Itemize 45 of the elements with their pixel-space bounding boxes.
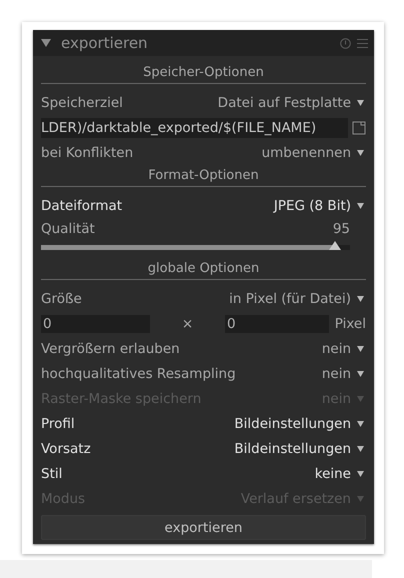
dropdown-value[interactable]: JPEG (8 Bit) <box>274 198 351 214</box>
option-label: Größe <box>41 290 82 306</box>
width-field[interactable]: 0 <box>41 314 150 332</box>
folder-icon[interactable] <box>352 120 366 134</box>
dropdown-value[interactable]: nein <box>322 340 351 356</box>
option-label: Vergrößern erlauben <box>41 340 180 356</box>
export-button[interactable]: exportieren <box>41 515 366 540</box>
option-label: Stil <box>41 466 62 482</box>
dropdown-arrow-icon[interactable] <box>357 420 364 426</box>
dropdown-arrow-icon[interactable] <box>357 202 364 208</box>
unit-label: Pixel <box>334 316 366 332</box>
option-label: Speicherziel <box>41 94 123 110</box>
dropdown-arrow-icon <box>357 396 364 402</box>
dropdown-arrow-icon[interactable] <box>357 150 364 156</box>
option-label: Profil <box>41 416 75 432</box>
dropdown-arrow-icon[interactable] <box>357 446 364 452</box>
dropdown-value[interactable]: Datei auf Festplatte <box>218 94 351 110</box>
dropdown-arrow-icon[interactable] <box>357 470 364 476</box>
module-title: exportieren <box>60 34 149 52</box>
dropdown-value[interactable]: keine <box>314 466 351 482</box>
section-heading: globale Optionen <box>41 260 366 280</box>
slider-value: 95 <box>332 221 350 237</box>
slider-thumb-icon[interactable] <box>328 241 341 250</box>
option-label: bei Konflikten <box>41 144 134 160</box>
height-field[interactable]: 0 <box>225 314 329 332</box>
dropdown-arrow-icon[interactable] <box>357 346 364 352</box>
dropdown-arrow-icon[interactable] <box>357 100 364 106</box>
collapse-triangle-icon[interactable] <box>41 39 51 47</box>
section-heading: Speicher-Optionen <box>41 64 366 84</box>
dropdown-value[interactable]: nein <box>322 366 351 382</box>
times-sign: × <box>180 316 194 332</box>
option-label: Vorsatz <box>41 440 91 456</box>
option-label: hochqualitatives Resampling <box>41 366 236 382</box>
dropdown-arrow-icon <box>357 496 364 502</box>
dropdown-value[interactable]: in Pixel (für Datei) <box>229 290 351 306</box>
dropdown-value[interactable]: umbenennen <box>262 144 351 160</box>
path-field[interactable]: LDER)/darktable_exported/$(FILE_NAME) <box>41 118 348 138</box>
option-label: Dateiformat <box>41 198 122 214</box>
dropdown-value[interactable]: Bildeinstellungen <box>234 416 351 432</box>
dropdown-value[interactable]: Bildeinstellungen <box>234 440 351 456</box>
dropdown-arrow-icon[interactable] <box>357 370 364 376</box>
slider-label: Qualität <box>41 221 95 237</box>
section-heading: Format-Optionen <box>41 167 366 187</box>
quality-slider[interactable] <box>41 240 350 250</box>
dropdown-arrow-icon[interactable] <box>357 296 364 302</box>
